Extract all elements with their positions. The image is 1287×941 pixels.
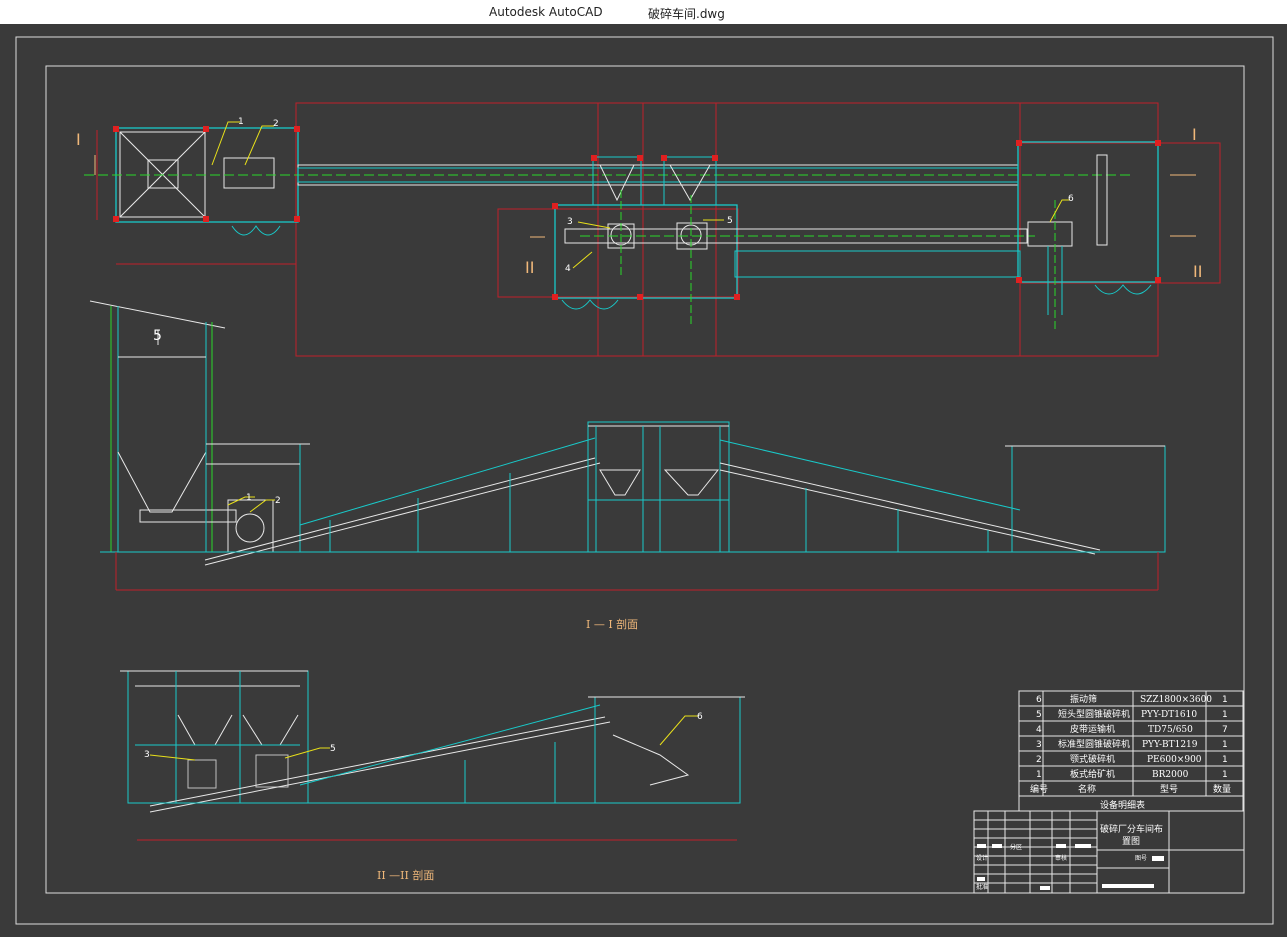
equipment-table-text: 6 振动筛 SZZ1800×3600 1 5 短头型圆锥破碎机 PYY-DT16… xyxy=(1030,693,1231,811)
header-name: 名称 xyxy=(1078,783,1096,795)
callout-4: 4 xyxy=(565,264,571,274)
row1-qty: 1 xyxy=(1222,770,1228,780)
section-mark-I-left: I xyxy=(76,130,81,149)
row2-no: 2 xyxy=(1036,755,1042,765)
row5-no: 5 xyxy=(1036,710,1042,720)
row4-qty: 7 xyxy=(1222,725,1228,735)
crane-hook-label: 5 xyxy=(153,328,162,344)
row1-model: BR2000 xyxy=(1152,770,1189,780)
row1-no: 1 xyxy=(1036,770,1042,780)
drawing-title-line1: 破碎厂分车间布 xyxy=(1100,823,1163,835)
row4-no: 4 xyxy=(1036,725,1042,735)
title-block[interactable] xyxy=(973,810,1245,894)
row6-qty: 1 xyxy=(1222,695,1228,705)
cad-drawing[interactable]: I I II II 1 2 3 4 5 6 1 2 5 I — I 剖面 3 5… xyxy=(0,24,1287,937)
section-II-II[interactable]: 3 5 6 II —II 剖面 xyxy=(120,670,745,882)
tb-label-design: 设计 xyxy=(976,854,988,862)
row3-qty: 1 xyxy=(1222,740,1228,750)
equipment-table[interactable] xyxy=(1018,690,1244,812)
callout-5: 5 xyxy=(727,216,733,226)
drawing-title-line2: 置图 xyxy=(1122,836,1140,847)
section2-callout-6: 6 xyxy=(697,712,703,722)
header-no: 编号 xyxy=(1030,783,1048,795)
row2-qty: 1 xyxy=(1222,755,1228,765)
header-model: 型号 xyxy=(1160,784,1178,795)
plan-view[interactable]: I I II II 1 2 3 4 5 6 xyxy=(76,102,1221,357)
section1-callout-2: 2 xyxy=(275,496,281,506)
section-mark-II-left: II xyxy=(525,258,534,277)
window-title-bar: Autodesk AutoCAD 破碎车间.dwg xyxy=(0,0,1287,24)
row3-model: PYY-BT1219 xyxy=(1142,740,1198,750)
drawing-canvas[interactable]: I I II II 1 2 3 4 5 6 1 2 5 I — I 剖面 3 5… xyxy=(0,24,1287,937)
row6-model: SZZ1800×3600 xyxy=(1140,695,1212,705)
row3-name: 标准型圆锥破碎机 xyxy=(1058,738,1130,750)
tb-label-drawing-no: 图号 xyxy=(1135,855,1147,862)
row1-name: 板式给矿机 xyxy=(1070,768,1115,780)
section-mark-I-right: I xyxy=(1192,125,1197,144)
section-I-I[interactable]: 1 2 5 I — I 剖面 xyxy=(89,300,1166,631)
row3-no: 3 xyxy=(1036,740,1042,750)
section-mark-II-right: II xyxy=(1193,262,1202,281)
row5-name: 短头型圆锥破碎机 xyxy=(1058,708,1130,720)
callout-3: 3 xyxy=(567,217,573,227)
tb-label-zone: 分区 xyxy=(1010,843,1022,851)
equipment-table-title: 设备明细表 xyxy=(1100,799,1145,811)
app-name: Autodesk AutoCAD xyxy=(489,5,603,19)
row6-name: 振动筛 xyxy=(1070,693,1097,705)
section-I-label: I — I 剖面 xyxy=(586,617,638,631)
row5-qty: 1 xyxy=(1222,710,1228,720)
section2-callout-3: 3 xyxy=(144,750,150,760)
row4-name: 皮带运输机 xyxy=(1070,723,1115,735)
row5-model: PYY-DT1610 xyxy=(1141,710,1197,720)
tb-label-approve: 批准 xyxy=(976,883,988,891)
tb-label-review: 审核 xyxy=(1055,854,1067,862)
callout-1: 1 xyxy=(238,117,244,127)
document-name: 破碎车间.dwg xyxy=(648,7,725,21)
callout-2: 2 xyxy=(273,119,279,129)
section-II-label: II —II 剖面 xyxy=(377,868,434,882)
row2-name: 颚式破碎机 xyxy=(1070,753,1115,765)
section1-callout-1: 1 xyxy=(246,493,252,503)
section2-callout-5: 5 xyxy=(330,744,336,754)
row2-model: PE600×900 xyxy=(1147,755,1202,765)
row4-model: TD75/650 xyxy=(1148,725,1193,735)
inner-frame xyxy=(45,65,1245,894)
row6-no: 6 xyxy=(1036,695,1042,705)
callout-6: 6 xyxy=(1068,194,1074,204)
header-qty: 数量 xyxy=(1213,783,1231,795)
